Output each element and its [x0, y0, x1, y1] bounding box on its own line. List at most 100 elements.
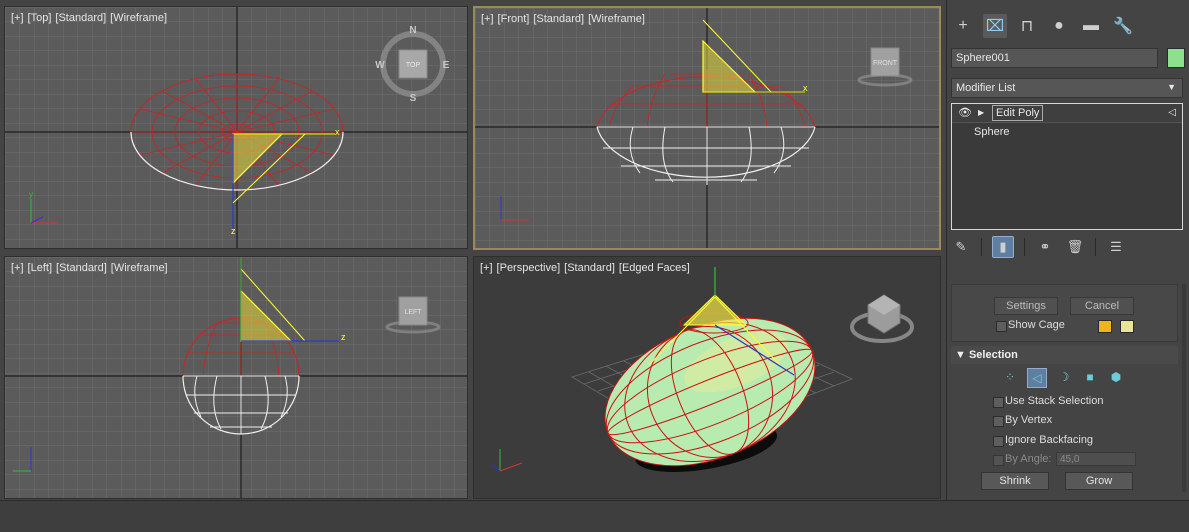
status-bar: [0, 500, 1189, 532]
svg-text:N: N: [409, 25, 416, 36]
svg-text:y: y: [29, 190, 33, 199]
by-angle-value: 45,0: [1060, 454, 1080, 465]
modifier-list-label: Modifier List: [956, 82, 1016, 94]
viewport-shading-label[interactable]: [Standard]: [533, 13, 584, 25]
viewport-mode-label[interactable]: [Wireframe]: [110, 12, 167, 24]
viewport-front[interactable]: x FRONT [+] [Front] [Standard] [Wireframe]: [473, 6, 941, 250]
polygon-icon[interactable]: ■: [1081, 368, 1099, 386]
viewport-view-label[interactable]: [Perspective]: [497, 262, 561, 274]
viewport-left[interactable]: z LEFT [+] [Left] [Standard] [Wireframe]: [4, 256, 468, 499]
viewport-view-label[interactable]: [Front]: [498, 13, 530, 25]
viewport-menu-plus[interactable]: [+]: [11, 262, 24, 274]
ignore-backfacing-label: Ignore Backfacing: [1005, 434, 1094, 446]
cancel-button[interactable]: Cancel: [1070, 297, 1134, 315]
make-unique-icon[interactable]: ⚭: [1035, 237, 1055, 257]
viewport-shading-label[interactable]: [Standard]: [55, 12, 106, 24]
shrink-button[interactable]: Shrink: [981, 472, 1049, 490]
front-viewport-canvas: x FRONT: [475, 8, 939, 248]
viewport-mode-label[interactable]: [Wireframe]: [111, 262, 168, 274]
show-cage-checkbox[interactable]: [996, 321, 1007, 332]
viewcube-perspective[interactable]: [850, 294, 914, 343]
viewport-label-front[interactable]: [+] [Front] [Standard] [Wireframe]: [481, 13, 649, 25]
pin-stack-icon[interactable]: ✎: [951, 237, 971, 257]
ignore-backfacing-checkbox[interactable]: [993, 436, 1004, 447]
command-panel-scrollbar[interactable]: [1182, 284, 1186, 492]
svg-text:z: z: [231, 226, 236, 236]
modify-icon[interactable]: ⌧: [983, 14, 1007, 38]
motion-icon[interactable]: ●: [1047, 14, 1071, 38]
eye-icon[interactable]: 👁: [958, 104, 972, 122]
viewport-menu-plus[interactable]: [+]: [11, 12, 24, 24]
toolbar-divider: [1024, 238, 1025, 256]
svg-text:x: x: [335, 127, 340, 137]
utilities-icon[interactable]: 🔧: [1111, 14, 1135, 38]
svg-text:E: E: [443, 60, 450, 71]
svg-text:S: S: [410, 93, 417, 104]
expand-triangle-icon[interactable]: ▶: [978, 104, 984, 122]
viewport-view-label[interactable]: [Left]: [28, 262, 52, 274]
stack-item-edit-poly[interactable]: 👁 ▶ Edit Poly ◁: [952, 104, 1182, 123]
use-stack-selection-label: Use Stack Selection: [1005, 395, 1104, 407]
stack-toolbar: ✎ ▮ ⚭ 🗑 ☰: [951, 236, 1126, 258]
edit-settings-group: Settings Cancel Show Cage: [951, 284, 1178, 342]
element-icon[interactable]: ⬢: [1107, 368, 1125, 386]
use-stack-selection-checkbox[interactable]: [993, 397, 1004, 408]
left-viewport-canvas: z LEFT: [5, 257, 467, 498]
viewport-menu-plus[interactable]: [+]: [480, 262, 493, 274]
grow-button[interactable]: Grow: [1065, 472, 1133, 490]
cage-color-swatch-2[interactable]: [1120, 320, 1134, 333]
show-end-result-icon[interactable]: ▮: [992, 236, 1014, 258]
stack-item-label: Edit Poly: [992, 105, 1044, 121]
svg-text:TOP: TOP: [406, 62, 421, 69]
hierarchy-icon[interactable]: ⊓: [1015, 14, 1039, 38]
command-panel: + ⌧ ⊓ ● ▬ 🔧 Sphere001 Modifier List ▼ 👁 …: [946, 0, 1189, 500]
viewport-mode-label[interactable]: [Edged Faces]: [619, 262, 690, 274]
display-icon[interactable]: ▬: [1079, 14, 1103, 38]
create-icon[interactable]: +: [951, 14, 975, 38]
svg-text:x: x: [803, 83, 808, 93]
modifier-list-dropdown[interactable]: Modifier List ▼: [951, 78, 1183, 98]
remove-modifier-icon[interactable]: 🗑: [1065, 237, 1085, 257]
viewport-label-top[interactable]: [+] [Top] [Standard] [Wireframe]: [11, 12, 171, 24]
command-panel-tabs: + ⌧ ⊓ ● ▬ 🔧: [951, 14, 1135, 38]
viewport-shading-label[interactable]: [Standard]: [564, 262, 615, 274]
object-name-field[interactable]: Sphere001: [951, 48, 1158, 68]
vertex-icon[interactable]: ⁘: [1001, 368, 1019, 386]
viewport-label-left[interactable]: [+] [Left] [Standard] [Wireframe]: [11, 262, 172, 274]
subobject-level-icons: ⁘ ◁ ☽ ■ ⬢: [1001, 368, 1125, 388]
toolbar-divider: [1095, 238, 1096, 256]
edge-icon[interactable]: ◁: [1027, 368, 1047, 388]
viewport-shading-label[interactable]: [Standard]: [56, 262, 107, 274]
stack-item-label: Sphere: [974, 126, 1010, 138]
collapse-triangle-icon[interactable]: ◁: [1168, 104, 1176, 122]
axis-tripod-perspective: [491, 449, 523, 472]
stack-item-sphere[interactable]: Sphere: [952, 123, 1182, 141]
perspective-viewport-canvas: [491, 267, 914, 473]
rollout-area[interactable]: Settings Cancel Show Cage ▼ Selection ⁘ …: [951, 276, 1178, 500]
chevron-down-icon: ▼: [1167, 82, 1176, 92]
viewport-menu-plus[interactable]: [+]: [481, 13, 494, 25]
viewport-perspective[interactable]: [+] [Perspective] [Standard] [Edged Faces]: [473, 256, 941, 499]
viewport-mode-label[interactable]: [Wireframe]: [588, 13, 645, 25]
configure-modifier-sets-icon[interactable]: ☰: [1106, 237, 1126, 257]
modifier-stack[interactable]: 👁 ▶ Edit Poly ◁ Sphere: [951, 103, 1183, 230]
viewport-top[interactable]: x z y TOP N S E W [+] [Top] [Standard] [Wir…: [4, 6, 468, 249]
border-icon[interactable]: ☽: [1055, 368, 1073, 386]
viewport-label-perspective[interactable]: [+] [Perspective] [Standard] [Edged Faces]: [480, 262, 694, 274]
by-angle-checkbox[interactable]: [993, 455, 1004, 466]
svg-text:z: z: [341, 332, 346, 342]
collapse-triangle-icon: ▼: [955, 349, 969, 361]
selection-title: Selection: [968, 349, 1018, 361]
settings-button[interactable]: Settings: [994, 297, 1058, 315]
object-color-swatch[interactable]: [1167, 48, 1185, 68]
selection-rollout-header[interactable]: ▼ Selection: [951, 346, 1178, 364]
by-angle-spinner[interactable]: 45,0: [1056, 452, 1136, 466]
by-angle-label: By Angle:: [1005, 453, 1052, 465]
by-vertex-label: By Vertex: [1005, 414, 1053, 426]
show-cage-label: Show Cage: [1008, 319, 1065, 331]
cage-color-swatch-1[interactable]: [1098, 320, 1112, 333]
viewport-view-label[interactable]: [Top]: [28, 12, 52, 24]
svg-text:LEFT: LEFT: [404, 309, 422, 316]
by-vertex-checkbox[interactable]: [993, 416, 1004, 427]
svg-text:FRONT: FRONT: [873, 60, 898, 67]
